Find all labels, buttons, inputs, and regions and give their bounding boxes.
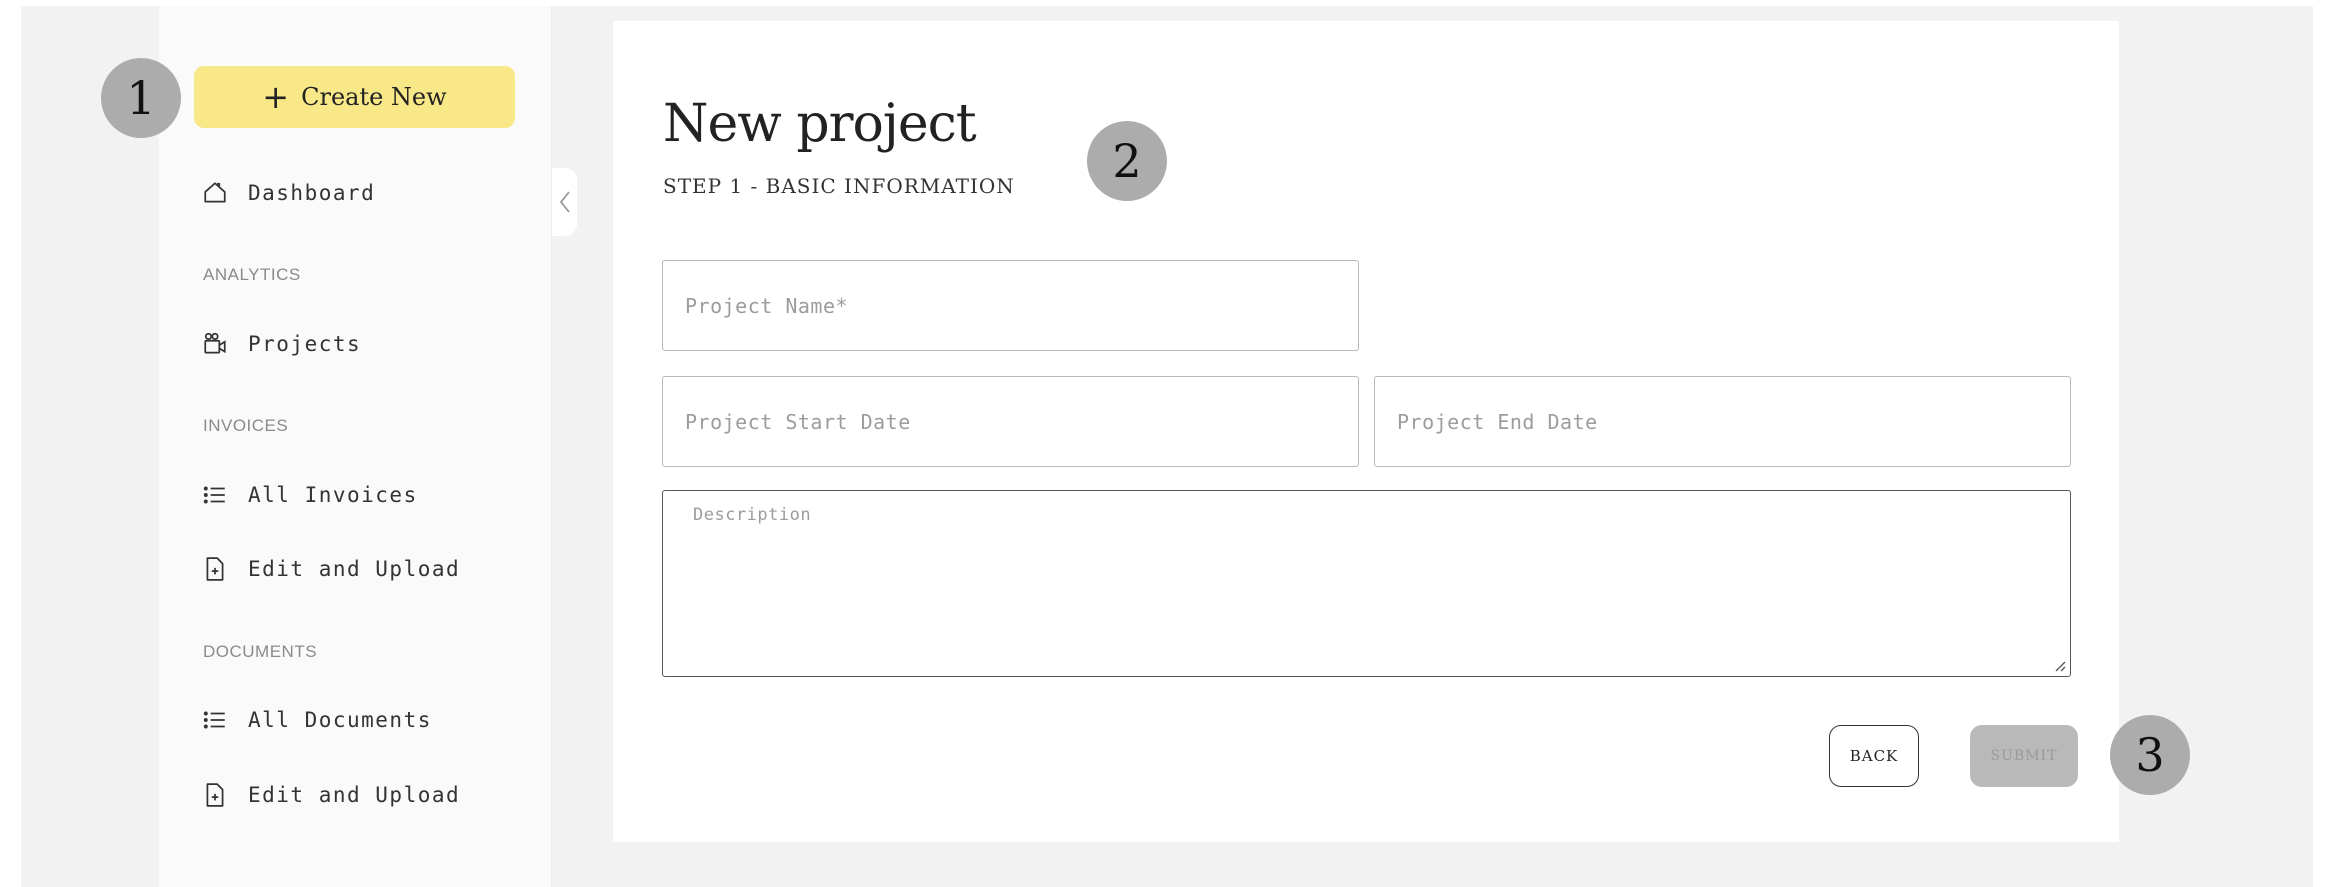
annotation-marker-2: 2 (1087, 121, 1167, 201)
project-name-field[interactable] (662, 260, 1359, 351)
sidebar-item-invoice-edit-upload[interactable]: Edit and Upload (202, 556, 460, 582)
sidebar-item-label: Dashboard (248, 181, 376, 205)
list-icon (203, 486, 225, 504)
sidebar-item-all-documents[interactable]: All Documents (202, 707, 432, 733)
section-label-analytics: ANALYTICS (203, 265, 301, 284)
sidebar-item-label: All Invoices (248, 483, 418, 507)
sidebar (159, 6, 552, 887)
project-end-date-input[interactable] (1375, 377, 2070, 466)
file-plus-icon (206, 783, 224, 807)
sidebar-item-label: Projects (248, 332, 362, 356)
project-end-date-field[interactable] (1374, 376, 2071, 467)
submit-button[interactable]: SUBMIT (1970, 725, 2078, 787)
project-start-date-input[interactable] (663, 377, 1358, 466)
section-label-invoices: INVOICES (203, 416, 289, 435)
chevron-left-icon (559, 191, 570, 213)
file-plus-icon (206, 557, 224, 581)
create-new-label: Create New (301, 83, 447, 111)
camera-icon (204, 332, 226, 354)
sidebar-item-projects[interactable]: Projects (202, 331, 361, 357)
page-subtitle: STEP 1 - BASIC INFORMATION (663, 174, 1015, 198)
page-title: New project (663, 94, 977, 154)
annotation-marker-1: 1 (101, 58, 181, 138)
project-start-date-field[interactable] (662, 376, 1359, 467)
sidebar-item-dashboard[interactable]: Dashboard (202, 180, 375, 206)
sidebar-item-document-edit-upload[interactable]: Edit and Upload (202, 782, 460, 808)
home-icon (204, 182, 226, 203)
description-field[interactable] (662, 490, 2071, 677)
back-button[interactable]: BACK (1829, 725, 1919, 787)
sidebar-item-label: Edit and Upload (248, 557, 461, 581)
annotation-marker-3: 3 (2110, 715, 2190, 795)
project-name-input[interactable] (663, 261, 1358, 350)
sidebar-item-all-invoices[interactable]: All Invoices (202, 482, 418, 508)
sidebar-collapse-button[interactable] (552, 168, 577, 236)
sidebar-item-label: Edit and Upload (248, 783, 461, 807)
list-icon (203, 711, 225, 729)
sidebar-item-label: All Documents (248, 708, 432, 732)
resize-handle-icon[interactable] (2052, 658, 2066, 672)
section-label-documents: DOCUMENTS (203, 642, 318, 661)
description-textarea[interactable] (663, 491, 2070, 676)
plus-icon: + (262, 78, 290, 116)
create-new-button[interactable]: + Create New (194, 66, 515, 128)
